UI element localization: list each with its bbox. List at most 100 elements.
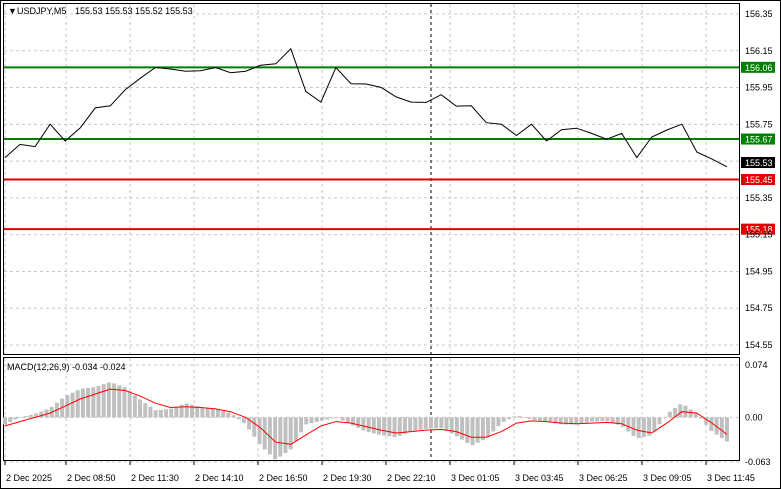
macd-bar <box>387 417 392 437</box>
macd-bar <box>486 417 491 437</box>
macd-bar <box>538 417 543 421</box>
macd-bar <box>335 417 340 419</box>
price-tick-label: 154.75 <box>745 303 773 313</box>
macd-title: MACD(12,26,9) -0.034 -0.024 <box>7 362 126 372</box>
macd-bar <box>688 409 693 418</box>
macd-bar <box>304 417 309 425</box>
macd-bar <box>112 383 117 418</box>
macd-bar <box>605 417 610 422</box>
macd-bar <box>91 387 96 418</box>
macd-bar <box>122 387 127 418</box>
price-tick-label: 155.35 <box>745 193 773 203</box>
macd-bar <box>428 417 433 429</box>
macd-tick-label: -0.063 <box>745 457 771 467</box>
macd-bar <box>215 409 220 418</box>
macd-bar <box>8 417 13 423</box>
time-tick-label: 2 Dec 19:30 <box>323 473 372 483</box>
time-tick-label: 2 Dec 14:10 <box>195 473 244 483</box>
macd-bar <box>319 417 324 421</box>
macd-bar <box>221 411 226 418</box>
macd-bar <box>595 417 600 422</box>
macd-bar <box>678 404 683 418</box>
macd-bar <box>725 417 729 442</box>
macd-bar <box>138 399 143 418</box>
macd-bar <box>579 417 584 424</box>
macd-bar <box>70 392 75 418</box>
macd-tick-label: 0.074 <box>745 360 768 370</box>
macd-bar <box>257 417 262 445</box>
macd-bar <box>652 417 657 432</box>
macd-bar <box>23 416 28 418</box>
time-tick-label: 2 Dec 08:50 <box>67 473 116 483</box>
macd-bar <box>543 417 548 422</box>
macd-bar <box>636 417 641 439</box>
macd-bar <box>470 417 475 446</box>
macd-bar <box>283 417 288 453</box>
resistance-level-label: 155.67 <box>745 135 773 145</box>
macd-bar <box>366 417 371 433</box>
macd-bar <box>106 382 111 418</box>
support-level-label: 155.45 <box>745 175 773 185</box>
macd-bar <box>371 417 376 434</box>
macd-bar <box>361 417 366 431</box>
macd-bar <box>18 417 23 418</box>
macd-bar <box>662 416 667 418</box>
macd-bar <box>28 414 33 418</box>
macd-bar <box>13 417 18 420</box>
macd-bar <box>657 417 662 425</box>
macd-bar <box>522 417 527 418</box>
time-tick-label: 3 Dec 09:05 <box>643 473 692 483</box>
macd-bar <box>454 417 459 437</box>
macd-bar <box>475 417 480 443</box>
macd-bar <box>184 403 189 418</box>
macd-bar <box>143 403 148 418</box>
macd-bar <box>434 417 439 429</box>
macd-bar <box>444 417 449 431</box>
macd-bar <box>340 417 345 421</box>
macd-bar <box>330 417 335 419</box>
macd-bar <box>356 417 361 428</box>
macd-bar <box>600 417 605 422</box>
macd-tick-label: 0.00 <box>745 412 763 422</box>
macd-bar <box>164 409 169 418</box>
macd-bar <box>465 417 470 444</box>
trading-chart[interactable]: 156.06155.67155.45155.18 ▼ USDJPY,M5 155… <box>0 0 781 489</box>
macd-bar <box>127 391 132 418</box>
macd-bar <box>299 417 304 433</box>
macd-bar <box>376 417 381 435</box>
macd-bar <box>517 416 522 418</box>
macd-bar <box>532 417 537 420</box>
macd-bar <box>589 417 594 422</box>
macd-bar <box>210 408 215 418</box>
time-tick-label: 2 Dec 16:50 <box>259 473 308 483</box>
chart-menu-arrow[interactable]: ▼ <box>8 6 17 16</box>
macd-bar <box>75 390 80 418</box>
macd-bar <box>621 417 626 428</box>
macd-bar <box>512 416 517 418</box>
time-tick-label: 3 Dec 03:45 <box>515 473 564 483</box>
macd-bar <box>158 409 163 418</box>
macd-bar <box>96 385 101 418</box>
macd-bar <box>325 417 330 420</box>
macd-bar <box>278 417 283 457</box>
price-tick-label: 155.95 <box>745 83 773 93</box>
macd-bar <box>527 417 532 419</box>
macd-bar <box>506 417 511 420</box>
macd-bar <box>439 417 444 429</box>
macd-bar <box>382 417 387 436</box>
time-tick-label: 2 Dec 11:30 <box>131 473 179 483</box>
macd-bar <box>226 412 231 418</box>
macd-bar <box>148 406 153 418</box>
time-tick-label: 2 Dec 2025 <box>6 473 52 483</box>
macd-bar <box>584 417 589 423</box>
macd-bar <box>631 417 636 436</box>
current-price-label: 155.53 <box>745 158 773 168</box>
macd-bar <box>241 417 246 424</box>
price-tick-label: 155.15 <box>745 230 773 240</box>
macd-bar <box>626 417 631 432</box>
macd-bar <box>314 417 319 422</box>
macd-bar <box>496 417 501 427</box>
macd-bar <box>3 417 7 425</box>
time-tick-label: 3 Dec 11:45 <box>707 473 755 483</box>
macd-bar <box>132 395 137 418</box>
